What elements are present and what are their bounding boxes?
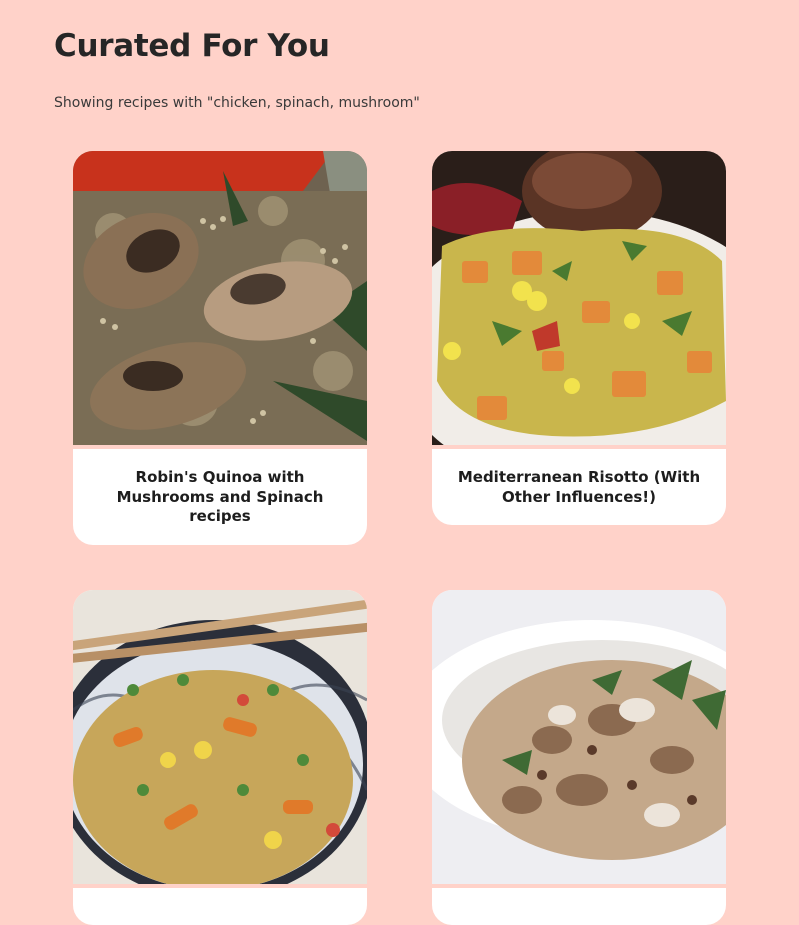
recipe-title[interactable]: Mediterranean Risotto (With Other Influe… — [432, 449, 726, 525]
recipe-card-stew[interactable] — [432, 590, 726, 925]
quinoa-mushroom-photo — [73, 151, 367, 445]
risotto-photo — [432, 151, 726, 445]
recipe-title[interactable]: Robin's Quinoa with Mushrooms and Spinac… — [73, 449, 367, 545]
recipe-card-quinoa[interactable]: Robin's Quinoa with Mushrooms and Spinac… — [73, 151, 367, 545]
stew-photo — [432, 590, 726, 884]
recipe-title[interactable] — [73, 888, 367, 925]
recipe-card-risotto[interactable]: Mediterranean Risotto (With Other Influe… — [432, 151, 726, 525]
page-title: Curated For You — [54, 28, 330, 64]
fried-rice-photo — [73, 590, 367, 884]
search-summary: Showing recipes with "chicken, spinach, … — [54, 95, 420, 111]
recipe-card-fried-rice[interactable] — [73, 590, 367, 925]
recipe-title[interactable] — [432, 888, 726, 925]
